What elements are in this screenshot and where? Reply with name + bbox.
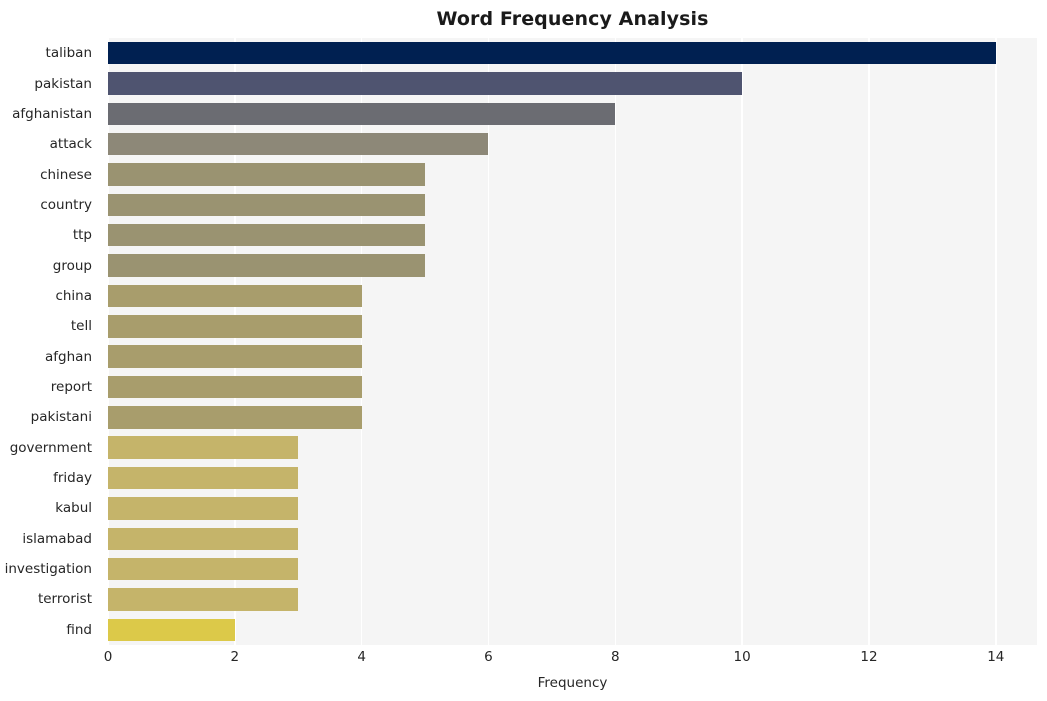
x-tick-label-6: 6 [484,649,493,665]
y-tick-label-pakistan: pakistan [34,75,92,92]
bar-government [108,436,299,459]
bar-row [108,132,1037,156]
bar-row [108,193,1037,217]
chart-figure: Word Frequency Analysis taliban pakistan a… [0,0,1047,701]
bar-country [108,193,426,217]
bar-islamabad [108,527,299,550]
y-tick-label-investigation: investigation [4,561,92,578]
y-tick-label-ttp: ttp [72,227,92,244]
bar-row [108,254,1037,277]
y-tick-label-friday: friday [53,470,92,487]
bar-attack [108,132,489,156]
bar-pakistani [108,406,362,429]
bar-row [108,315,1037,338]
x-tick-label-8: 8 [611,649,620,665]
y-tick-label-afghan: afghan [45,348,92,365]
bar-row [108,102,1037,126]
y-tick-label-tell: tell [70,318,92,335]
bar-terrorist [108,588,299,611]
y-tick-label-attack: attack [49,136,92,153]
y-tick-label-taliban: taliban [45,45,92,62]
bar-china [108,284,362,308]
x-tick-label-2: 2 [230,649,240,665]
x-axis-tick-labels: 0 2 4 6 8 10 12 14 [104,645,1037,671]
plot-area [107,38,1037,645]
y-tick-label-terrorist: terrorist [37,591,92,608]
bar-group [108,254,426,277]
bar-row [108,497,1037,520]
y-tick-label-government: government [9,439,92,456]
x-tick-label-0: 0 [103,649,113,665]
bar-row [108,618,1037,642]
bar-row [108,284,1037,308]
bar-kabul [108,497,299,520]
y-tick-label-kabul: kabul [55,500,92,517]
bar-friday [108,466,299,490]
bar-row [108,436,1037,459]
y-tick-label-pakistani: pakistani [30,409,92,426]
bar-row [108,406,1037,429]
bar-row [108,163,1037,186]
bar-row [108,345,1037,368]
chart-title: Word Frequency Analysis [436,8,709,30]
bar-ttp [108,224,426,247]
y-tick-label-group: group [52,257,92,274]
bar-row [108,41,1037,65]
y-tick-label-report: report [50,379,92,396]
y-tick-label-china: china [55,287,92,304]
x-tick-label-12: 12 [860,649,878,665]
bar-find [108,618,235,642]
y-tick-label-chinese: chinese [40,166,92,183]
y-tick-label-islamabad: islamabad [22,530,92,547]
bar-row [108,588,1037,611]
bar-row [108,466,1037,490]
x-tick-label-10: 10 [733,649,751,665]
bar-chinese [108,163,426,186]
bar-row [108,375,1037,399]
x-axis-title: Frequency [537,675,608,691]
y-tick-label-afghanistan: afghanistan [12,105,92,122]
bars-layer [108,38,1037,645]
bar-taliban [108,41,996,65]
bar-row [108,557,1037,581]
bar-investigation [108,557,299,581]
bar-row [108,72,1037,95]
bar-row [108,527,1037,550]
bar-report [108,375,362,399]
bar-afghan [108,345,362,368]
y-axis-tick-labels: taliban pakistan afghanistan attack chinese c… [0,38,100,645]
bar-tell [108,315,362,338]
x-tick-label-4: 4 [357,649,366,665]
x-tick-label-14: 14 [987,649,1005,665]
y-tick-label-country: country [40,196,92,213]
bar-pakistan [108,72,743,95]
bar-afghanistan [108,102,616,126]
bar-row [108,224,1037,247]
y-tick-label-find: find [66,621,92,638]
